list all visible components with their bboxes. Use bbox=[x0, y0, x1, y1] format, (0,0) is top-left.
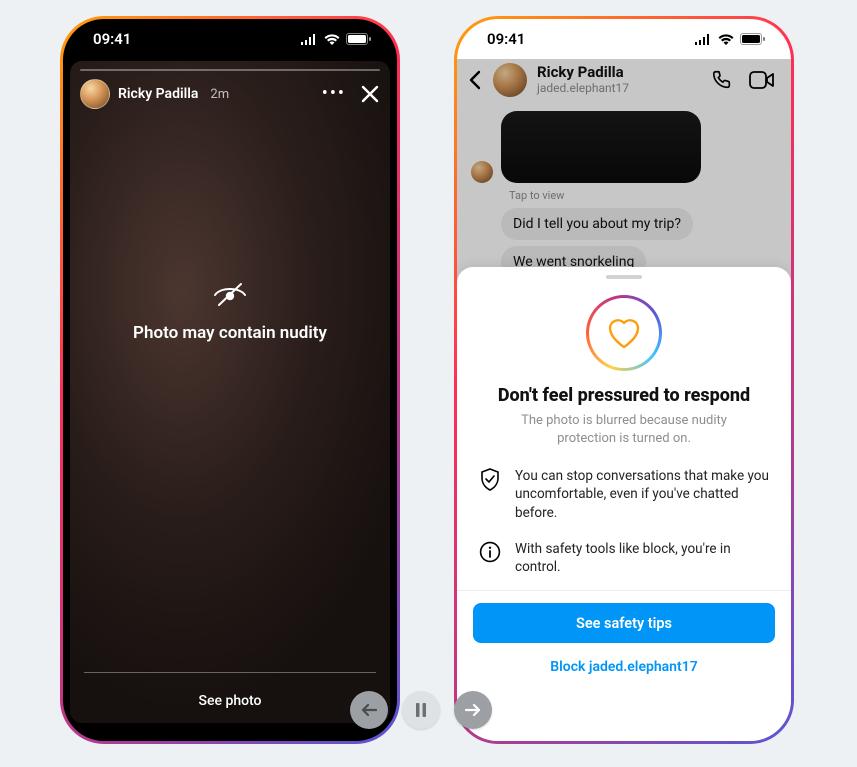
prev-slide-button[interactable] bbox=[350, 691, 388, 729]
audio-call-icon[interactable] bbox=[711, 69, 733, 91]
message-bubble[interactable]: Did I tell you about my trip? bbox=[501, 208, 693, 240]
see-photo-button[interactable]: See photo bbox=[84, 672, 376, 709]
sheet-point: With safety tools like block, you're in … bbox=[479, 540, 769, 576]
screen-left: 09:41 Ricky Padilla 2m ••• bbox=[63, 19, 397, 741]
status-time: 09:41 bbox=[93, 30, 131, 48]
dm-user-info[interactable]: Ricky Padilla jaded.elephant17 bbox=[537, 64, 629, 95]
avatar[interactable] bbox=[80, 79, 110, 109]
dm-name: Ricky Padilla bbox=[537, 64, 629, 81]
status-bar: 09:41 bbox=[457, 19, 791, 59]
info-icon bbox=[479, 541, 501, 563]
battery-icon bbox=[740, 33, 765, 45]
video-call-icon[interactable] bbox=[749, 70, 775, 90]
see-safety-tips-label: See safety tips bbox=[576, 615, 672, 632]
block-user-link[interactable]: Block jaded.elephant17 bbox=[457, 659, 791, 675]
divider bbox=[457, 590, 791, 591]
cellular-icon bbox=[694, 34, 712, 45]
heart-badge-icon bbox=[586, 295, 662, 371]
wifi-icon bbox=[324, 34, 340, 45]
status-time: 09:41 bbox=[487, 30, 525, 48]
sheet-point-text: With safety tools like block, you're in … bbox=[515, 540, 769, 576]
avatar[interactable] bbox=[493, 63, 527, 97]
sheet-subtitle: The photo is blurred because nudity prot… bbox=[457, 406, 791, 447]
block-user-label: Block jaded.elephant17 bbox=[550, 659, 697, 675]
safety-bottom-sheet: Don't feel pressured to respond The phot… bbox=[457, 267, 791, 741]
story-header: Ricky Padilla 2m ••• bbox=[80, 79, 380, 109]
phone-frame-left: 09:41 Ricky Padilla 2m ••• bbox=[60, 16, 400, 744]
tap-to-view-hint: Tap to view bbox=[509, 189, 777, 202]
story-progress-bar bbox=[80, 69, 380, 71]
close-icon[interactable] bbox=[360, 84, 380, 104]
battery-icon bbox=[346, 33, 371, 45]
see-safety-tips-button[interactable]: See safety tips bbox=[473, 603, 775, 643]
back-icon[interactable] bbox=[467, 70, 483, 90]
carousel-controls bbox=[350, 691, 492, 729]
pause-button[interactable] bbox=[402, 691, 440, 729]
story-time-ago: 2m bbox=[210, 87, 229, 102]
story-username[interactable]: Ricky Padilla bbox=[118, 86, 198, 102]
more-options-icon[interactable]: ••• bbox=[322, 85, 346, 103]
next-slide-button[interactable] bbox=[454, 691, 492, 729]
pause-icon bbox=[415, 703, 427, 717]
story-viewer[interactable]: Ricky Padilla 2m ••• Photo m bbox=[70, 61, 390, 723]
sheet-point: You can stop conversations that make you… bbox=[479, 467, 769, 522]
arrow-right-icon bbox=[465, 704, 481, 716]
sheet-grabber[interactable] bbox=[606, 275, 642, 279]
see-photo-label: See photo bbox=[199, 693, 262, 709]
dm-header: Ricky Padilla jaded.elephant17 bbox=[457, 59, 791, 105]
dm-handle: jaded.elephant17 bbox=[537, 82, 629, 96]
nudity-warning: Photo may contain nudity bbox=[70, 281, 390, 343]
status-icons bbox=[300, 33, 371, 45]
screen-right: 09:41 Ricky Padilla jaded.elephant17 bbox=[457, 19, 791, 741]
status-icons bbox=[694, 33, 765, 45]
nudity-warning-text: Photo may contain nudity bbox=[133, 323, 327, 343]
cellular-icon bbox=[300, 34, 318, 45]
sheet-point-text: You can stop conversations that make you… bbox=[515, 467, 769, 522]
avatar[interactable] bbox=[471, 161, 493, 183]
shield-check-icon bbox=[479, 468, 501, 492]
eye-off-icon bbox=[211, 281, 249, 309]
phone-frame-right: 09:41 Ricky Padilla jaded.elephant17 bbox=[454, 16, 794, 744]
arrow-left-icon bbox=[361, 704, 377, 716]
status-bar: 09:41 bbox=[63, 19, 397, 59]
sheet-title: Don't feel pressured to respond bbox=[457, 385, 791, 406]
blurred-photo-message[interactable] bbox=[501, 111, 701, 183]
wifi-icon bbox=[718, 34, 734, 45]
